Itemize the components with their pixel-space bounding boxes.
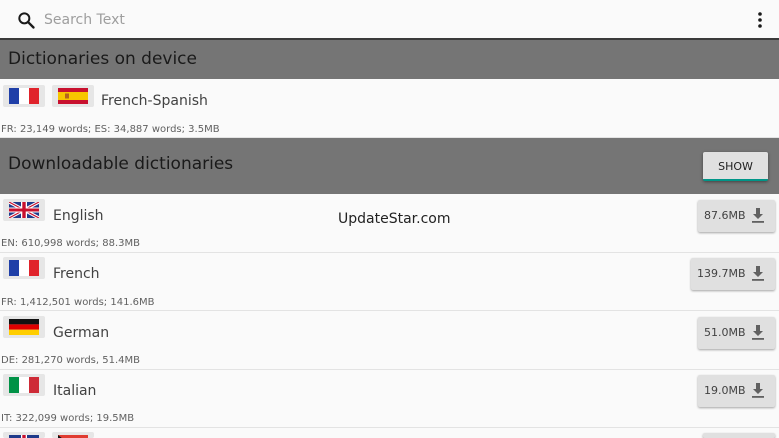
dictionary-info: IT: 322,099 words; 19.5MB <box>1 413 135 424</box>
flag-uk-icon <box>3 199 45 221</box>
flag-france-icon <box>3 257 45 279</box>
show-button[interactable]: SHOW <box>703 152 768 181</box>
section-header-on-device: Dictionaries on device <box>0 40 779 79</box>
download-size: 139.7MB <box>697 267 746 280</box>
list-item-partial[interactable] <box>0 428 779 438</box>
download-size: 51.0MB <box>704 326 746 339</box>
download-icon <box>752 383 764 398</box>
dictionary-name: French <box>53 266 100 282</box>
search-icon[interactable] <box>16 10 36 30</box>
dictionary-info: FR: 1,412,501 words; 141.6MB <box>1 297 155 308</box>
section-title: Downloadable dictionaries <box>8 154 234 174</box>
section-title: Dictionaries on device <box>8 49 197 69</box>
flag-italy-icon <box>3 374 45 396</box>
dictionary-info: FR: 23,149 words; ES: 34,887 words; 3.5M… <box>1 124 220 135</box>
download-size: 19.0MB <box>704 384 746 397</box>
flag-spain-icon <box>52 85 94 107</box>
dictionary-name: English <box>53 208 104 224</box>
dictionary-name: French-Spanish <box>101 93 208 109</box>
dictionary-info: DE: 281,270 words, 51.4MB <box>1 355 140 366</box>
list-item-italian[interactable]: Italian IT: 322,099 words; 19.5MB 19.0MB <box>0 370 779 428</box>
flag-uk-icon <box>3 432 45 438</box>
list-item-french-spanish[interactable]: French-Spanish FR: 23,149 words; ES: 34,… <box>0 79 779 138</box>
overflow-menu-icon[interactable] <box>752 10 768 30</box>
dictionary-name: Italian <box>53 383 97 399</box>
watermark-text: UpdateStar.com <box>338 211 451 227</box>
download-button-french[interactable]: 139.7MB <box>691 258 775 290</box>
flag-france-icon <box>3 85 45 107</box>
dictionary-name: German <box>53 325 110 341</box>
list-item-german[interactable]: German DE: 281,270 words, 51.4MB 51.0MB <box>0 311 779 370</box>
search-input[interactable] <box>44 8 724 32</box>
download-button-german[interactable]: 51.0MB <box>698 317 775 349</box>
flag-south-africa-icon <box>52 432 94 438</box>
download-icon <box>752 208 764 223</box>
download-icon <box>752 266 764 281</box>
search-bar <box>0 0 779 40</box>
download-size: 87.6MB <box>704 209 746 222</box>
section-header-downloadable: Downloadable dictionaries <box>0 138 779 194</box>
dictionary-info: EN: 610,998 words; 88.3MB <box>1 238 140 249</box>
download-icon <box>752 325 764 340</box>
show-button-label: SHOW <box>718 160 753 173</box>
download-button-english[interactable]: 87.6MB <box>698 200 775 232</box>
flag-germany-icon <box>3 316 45 338</box>
download-button-italian[interactable]: 19.0MB <box>698 375 775 407</box>
download-button-partial[interactable] <box>703 433 775 438</box>
list-item-french[interactable]: French FR: 1,412,501 words; 141.6MB 139.… <box>0 253 779 311</box>
